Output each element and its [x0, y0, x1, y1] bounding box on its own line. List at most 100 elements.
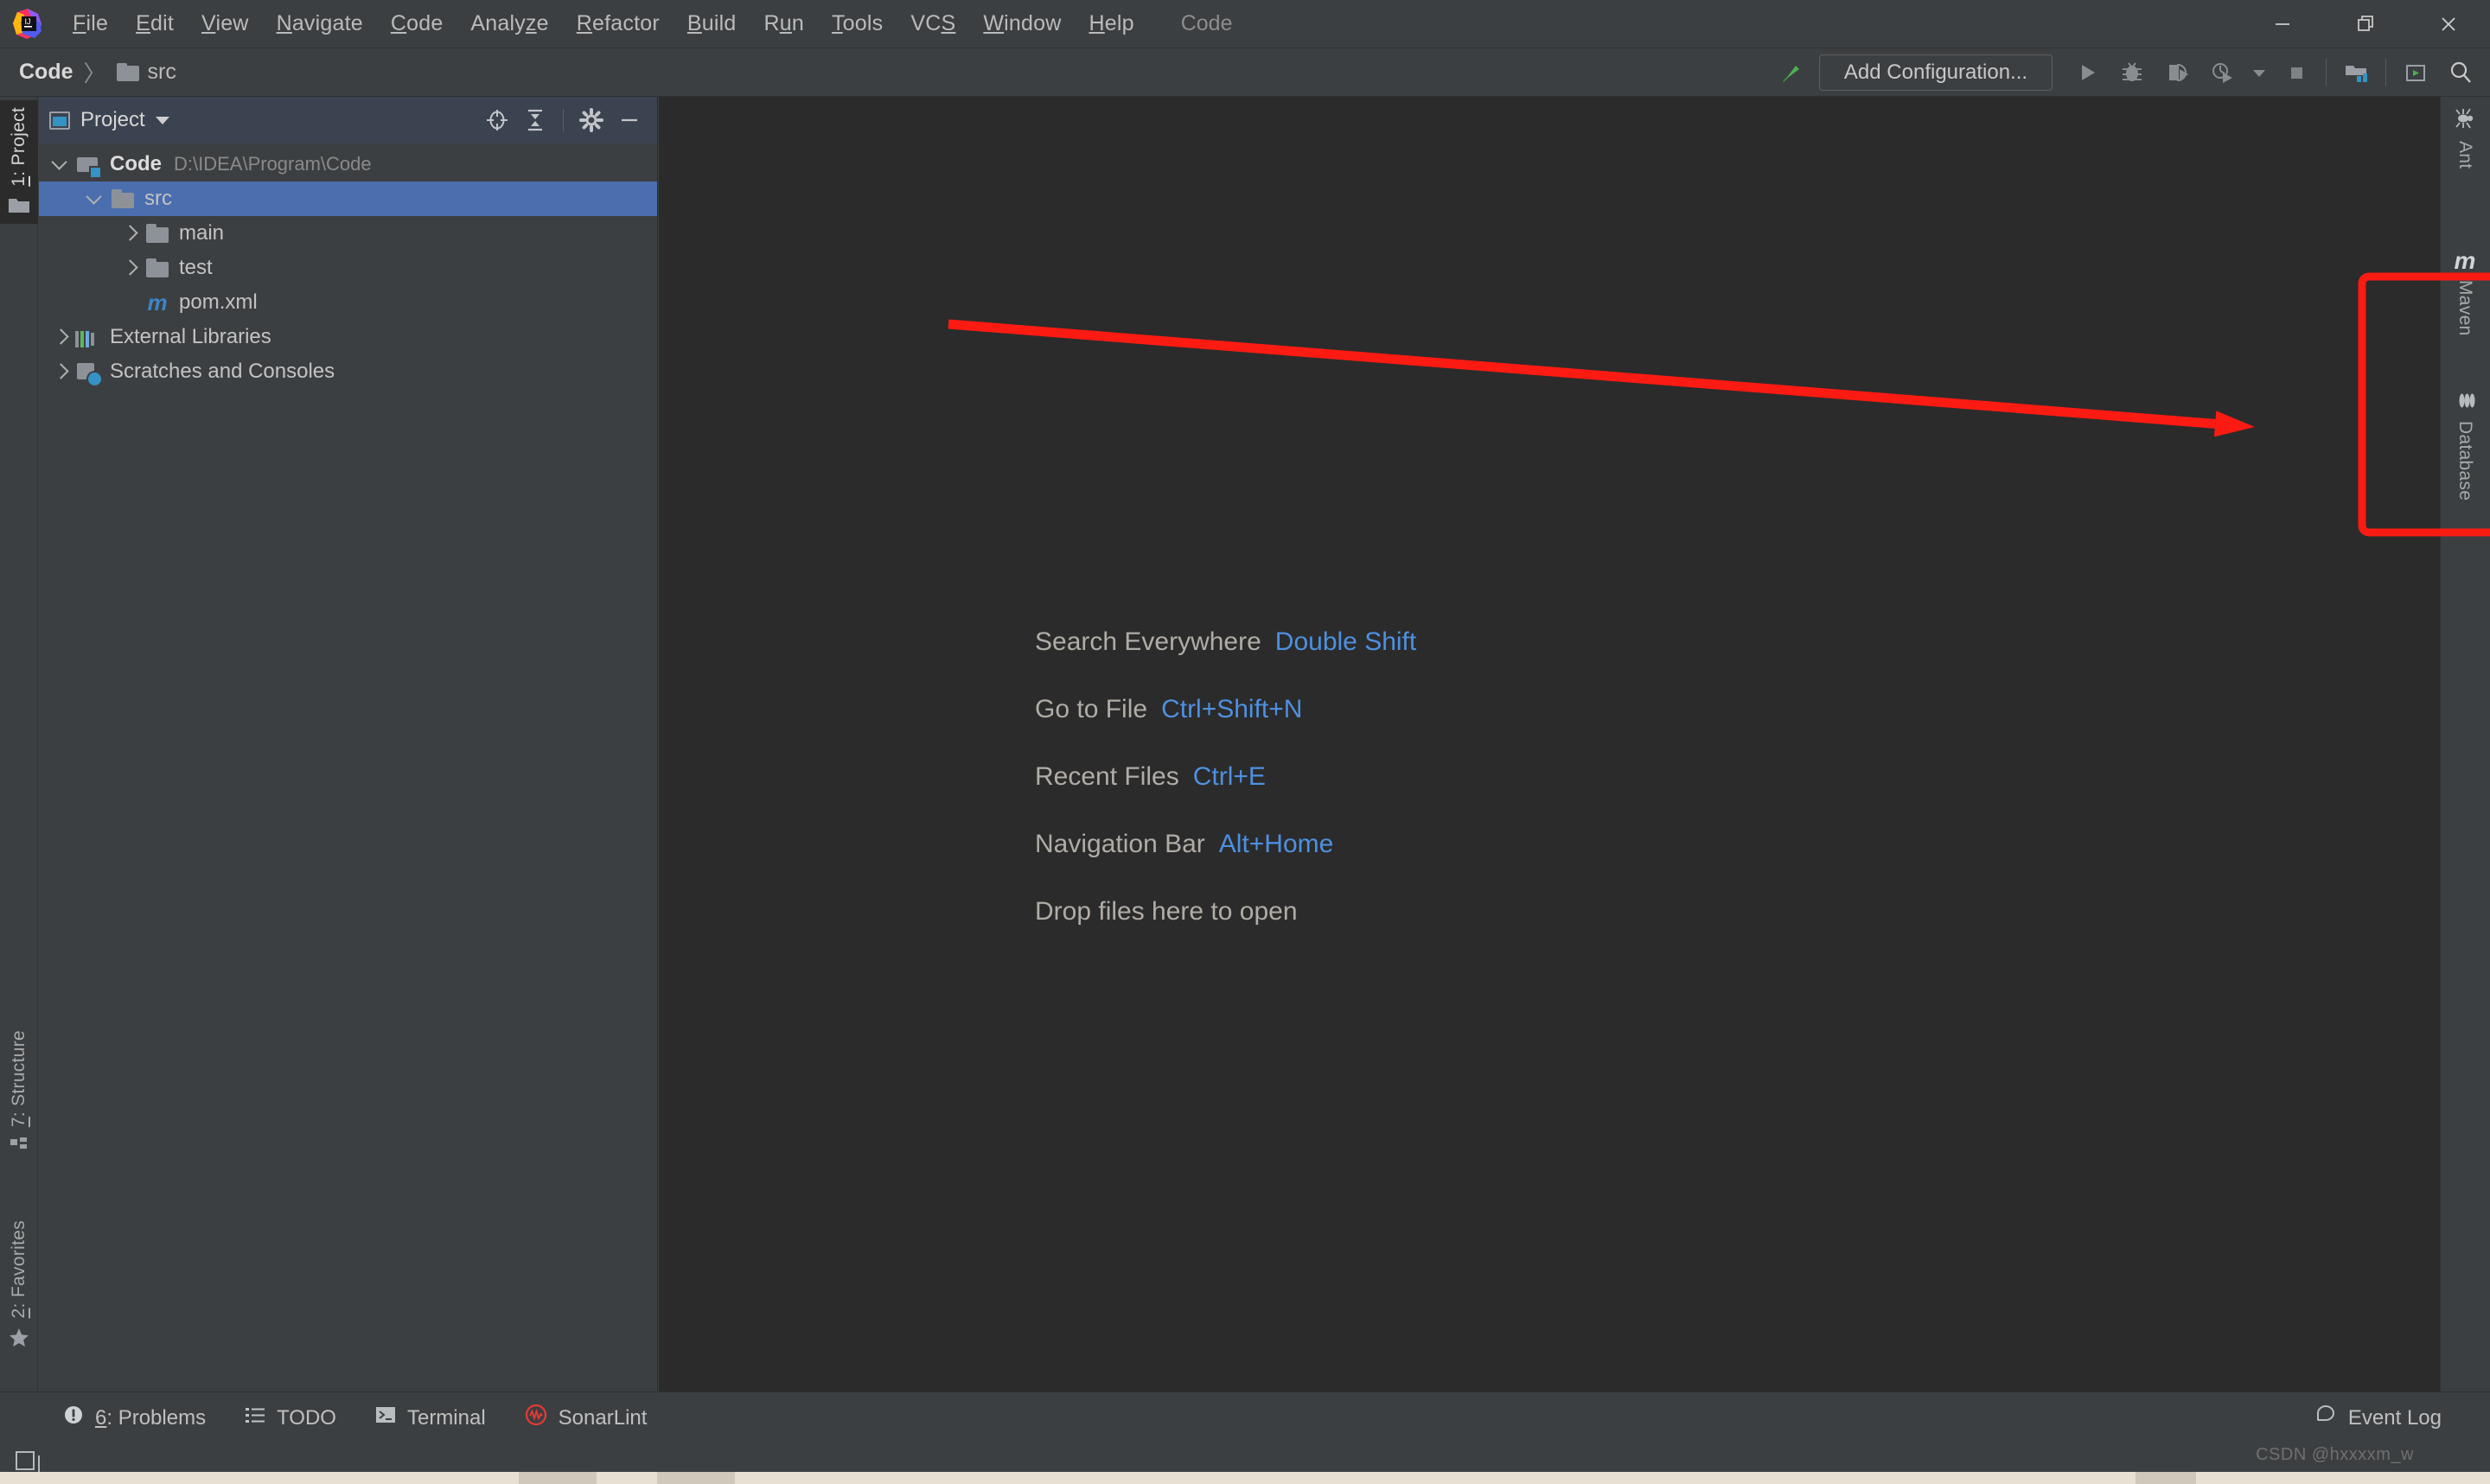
hint-row-3: Navigation Bar Alt+Home [1035, 811, 1416, 878]
close-icon[interactable] [2407, 0, 2490, 48]
sidebar-item-structure[interactable]: 7: Structure [0, 1030, 38, 1159]
tree-arrow-placeholder [115, 285, 144, 320]
sidebar-item-favorites[interactable]: 2: Favorites [0, 1220, 38, 1353]
status-sonarlint[interactable]: SonarLint [505, 1392, 667, 1444]
menu-item-file[interactable]: File [59, 8, 122, 40]
settings-gear-icon[interactable] [574, 103, 609, 137]
minimize-icon[interactable] [2241, 0, 2324, 48]
status-bar-right: Event Log [2295, 1392, 2490, 1444]
tree-expand-arrow[interactable] [46, 354, 75, 389]
tree-expand-arrow[interactable] [115, 216, 144, 251]
status-bar: 6: Problems TODO Terminal SonarLint Even… [0, 1392, 2490, 1443]
select-opened-file-icon[interactable] [480, 103, 514, 137]
hint-row-4: Drop files here to open [1035, 878, 1416, 946]
editor-empty-area[interactable]: Search Everywhere Double Shift Go to File C… [659, 97, 2440, 1392]
tree-expand-arrow[interactable] [115, 251, 144, 285]
maximize-icon[interactable] [2324, 0, 2407, 48]
breadcrumb-separator-icon: 〉 [83, 61, 106, 86]
sidebar-item-project-label: 1: Project [9, 107, 29, 187]
tree-node-scratches-and-consoles[interactable]: Scratches and Consoles [39, 354, 657, 389]
tree-node-src[interactable]: src [39, 182, 657, 216]
tree-node-label: Scratches and Consoles [110, 360, 335, 383]
intellij-idea-window: IJ File Edit View Navigate Code Analyze Refact… [0, 0, 2490, 1484]
tree-node-main[interactable]: main [39, 216, 657, 251]
build-hammer-icon[interactable] [1769, 50, 1814, 95]
status-event-log-label: Event Log [2347, 1405, 2442, 1430]
tree-node-external-libraries[interactable]: External Libraries [39, 320, 657, 354]
chevron-down-icon[interactable] [155, 116, 169, 124]
left-tool-window-stripe: 1: Project 7: Structure 2: Favorites [0, 97, 38, 1392]
todo-list-icon [244, 1404, 266, 1432]
tree-node-test[interactable]: test [39, 251, 657, 285]
sidebar-item-database[interactable]: Database [2440, 382, 2490, 506]
menu-item-window[interactable]: Window [969, 8, 1075, 40]
navigation-toolbar: Code 〉 src Add Configuration... [0, 48, 2490, 97]
project-tool-window: Project Code D:\IDEA\Program\Code src ma… [39, 97, 658, 1392]
hint-shortcut: Alt+Home [1218, 830, 1334, 858]
ant-icon [2454, 107, 2476, 134]
status-terminal[interactable]: Terminal [355, 1392, 505, 1444]
panel-divider [563, 109, 564, 131]
status-todo[interactable]: TODO [225, 1392, 355, 1444]
project-tree[interactable]: Code D:\IDEA\Program\Code src main test m pom.… [39, 143, 657, 1392]
project-panel-header: Project [39, 97, 657, 143]
menu-item-help[interactable]: Help [1075, 8, 1147, 40]
profiler-icon[interactable] [2200, 50, 2244, 95]
hint-shortcut: Double Shift [1274, 627, 1417, 656]
menu-item-navigate[interactable]: Navigate [263, 8, 377, 40]
run-with-coverage-icon[interactable] [2155, 50, 2200, 95]
project-structure-icon[interactable] [2334, 50, 2378, 95]
project-window-icon [49, 111, 70, 130]
menu-bar[interactable]: File Edit View Navigate Code Analyze Refactor B… [59, 8, 1148, 40]
search-icon[interactable] [2438, 50, 2483, 95]
breadcrumb[interactable]: Code 〉 src [19, 56, 176, 88]
run-icon[interactable] [2065, 50, 2110, 95]
title-bar: IJ File Edit View Navigate Code Analyze Refact… [0, 0, 2490, 48]
sidebar-item-maven-label: Maven [2455, 280, 2475, 336]
tree-node-label: External Libraries [110, 325, 271, 348]
collapse-all-icon[interactable] [518, 103, 552, 137]
menu-item-tools[interactable]: Tools [818, 8, 897, 40]
svg-text:IJ: IJ [25, 17, 31, 26]
breadcrumb-item-src[interactable]: src [148, 60, 176, 85]
tree-expand-arrow[interactable] [46, 320, 75, 354]
breadcrumb-root[interactable]: Code [19, 60, 73, 85]
menu-item-edit[interactable]: Edit [122, 8, 188, 40]
tree-expand-arrow[interactable] [80, 182, 110, 216]
hide-icon[interactable] [612, 103, 647, 137]
status-event-log[interactable]: Event Log [2295, 1392, 2490, 1444]
debug-icon[interactable] [2110, 50, 2155, 95]
menu-item-run[interactable]: Run [750, 8, 817, 40]
menu-item-analyze[interactable]: Analyze [456, 8, 562, 40]
tree-expand-arrow[interactable] [46, 147, 75, 182]
tree-node-pom-xml[interactable]: m pom.xml [39, 285, 657, 320]
sidebar-item-favorites-label: 2: Favorites [9, 1220, 29, 1319]
terminal-icon [374, 1404, 397, 1432]
run-toolbar: Add Configuration... [1769, 48, 2483, 97]
terminal-icon[interactable] [2393, 50, 2438, 95]
sidebar-item-project[interactable]: 1: Project [0, 100, 38, 224]
stop-icon[interactable] [2274, 50, 2319, 95]
tree-node-code[interactable]: Code D:\IDEA\Program\Code [39, 147, 657, 182]
problems-icon [62, 1404, 85, 1432]
chevron-down-icon[interactable] [2244, 50, 2274, 95]
menu-item-build[interactable]: Build [674, 8, 750, 40]
add-configuration-button[interactable]: Add Configuration... [1819, 54, 2053, 91]
menu-item-code[interactable]: Code [377, 8, 457, 40]
hint-label: Navigation Bar [1035, 830, 1205, 858]
menu-item-vcs[interactable]: VCS [897, 8, 969, 40]
tree-node-label: test [179, 256, 213, 279]
menu-item-refactor[interactable]: Refactor [563, 8, 674, 40]
tree-node-label: Code [110, 152, 162, 175]
menu-item-view[interactable]: View [188, 8, 263, 40]
folder-icon [110, 188, 136, 210]
sidebar-item-maven[interactable]: m Maven [2440, 244, 2490, 341]
structure-icon [9, 1136, 29, 1159]
status-problems[interactable]: 6: Problems [43, 1392, 225, 1444]
project-panel-title: Project [80, 108, 145, 131]
tree-node-label: main [179, 221, 225, 245]
os-taskbar-strip [0, 1472, 2490, 1484]
sidebar-item-structure-label: 7: Structure [9, 1030, 29, 1128]
sidebar-item-ant[interactable]: Ant [2440, 102, 2490, 174]
sidebar-item-ant-label: Ant [2455, 141, 2475, 169]
